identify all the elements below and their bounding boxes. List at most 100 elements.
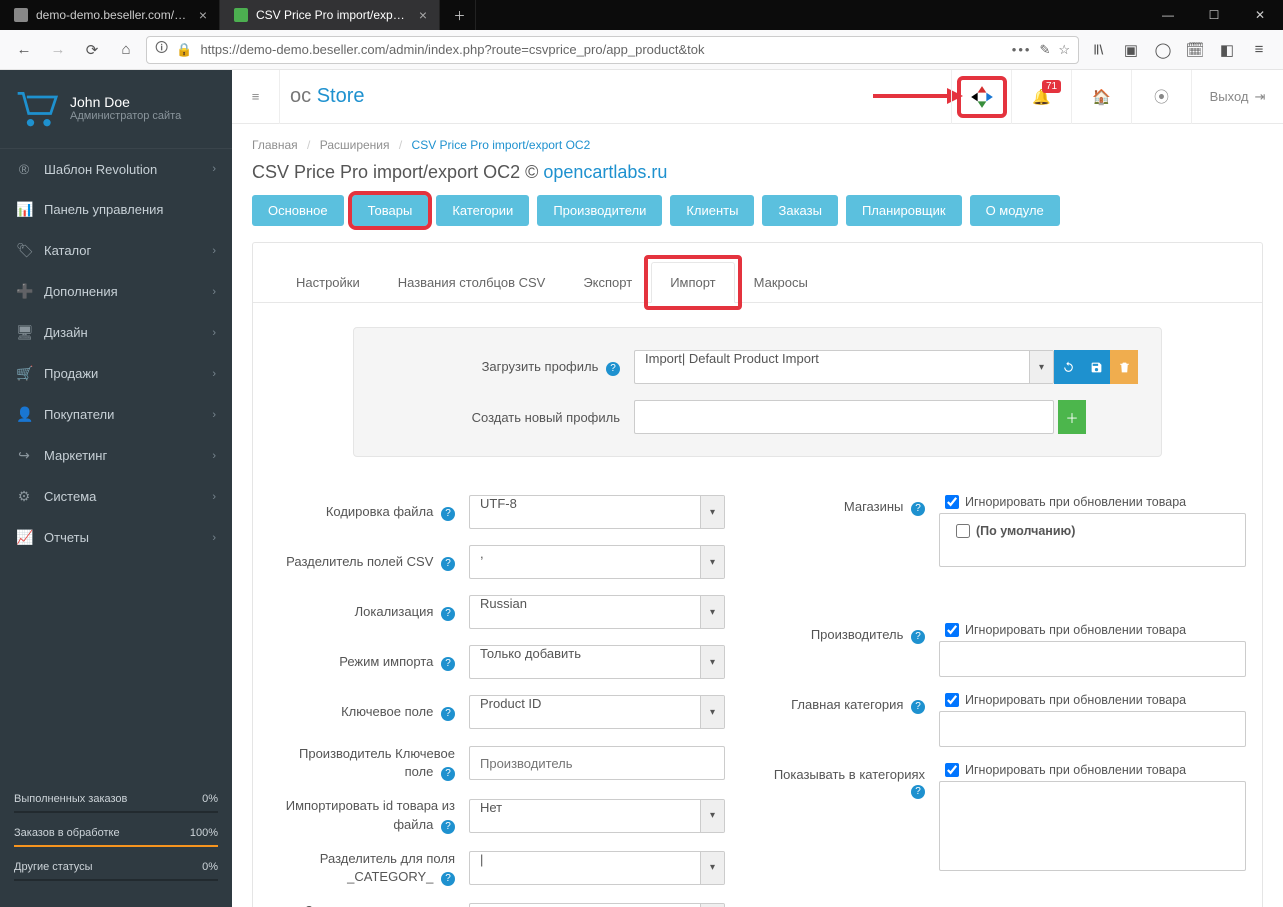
subtab-macros[interactable]: Макросы <box>735 262 827 303</box>
tab-customers[interactable]: Клиенты <box>670 195 754 226</box>
nav-home-button[interactable]: ⌂ <box>112 36 140 64</box>
subtab-import[interactable]: Импорт <box>651 262 734 303</box>
bookmark-star-icon[interactable]: ☆ <box>1058 42 1070 58</box>
nav-forward-button[interactable]: → <box>44 36 72 64</box>
sidebar-item-system[interactable]: ⚙Система› <box>0 476 232 517</box>
ignore-checkbox-maincat[interactable]: Игнорировать при обновлении товара <box>939 693 1246 707</box>
help-icon[interactable]: ? <box>911 502 925 516</box>
tab-main[interactable]: Основное <box>252 195 344 226</box>
manufacturer-key-input[interactable] <box>469 746 725 780</box>
ignore-checkbox-stores[interactable]: Игнорировать при обновлении товара <box>939 495 1246 509</box>
tab-label: CSV Price Pro import/export OC2 <box>256 8 409 22</box>
sidebar-item-extensions[interactable]: ➕Дополнения› <box>0 271 232 312</box>
url-more-icon[interactable]: ••• <box>1012 42 1032 57</box>
create-profile-input[interactable] <box>634 400 1054 434</box>
topbar-lens-button[interactable] <box>951 70 1011 124</box>
sidebar-item-reports[interactable]: 📈Отчеты› <box>0 517 232 558</box>
sidebar-item-sales[interactable]: 🛒Продажи› <box>0 353 232 394</box>
new-tab-button[interactable]: ＋ <box>440 0 476 30</box>
title-link[interactable]: opencartlabs.ru <box>543 162 667 182</box>
topbar-support-button[interactable]: ⦿ <box>1131 70 1191 124</box>
tab-orders[interactable]: Заказы <box>762 195 837 226</box>
profile-delete-button[interactable] <box>1110 350 1138 384</box>
ignore-checkbox-mfr[interactable]: Игнорировать при обновлении товара <box>939 623 1246 637</box>
lifebuoy-icon: ⦿ <box>1154 86 1169 107</box>
window-minimize-button[interactable]: — <box>1145 0 1191 30</box>
ignore-checkbox-showcat[interactable]: Игнорировать при обновлении товара <box>939 763 1246 777</box>
topbar-home-button[interactable]: 🏠 <box>1071 70 1131 124</box>
help-icon[interactable]: ? <box>441 767 455 781</box>
help-icon[interactable]: ? <box>441 872 455 886</box>
tab-scheduler[interactable]: Планировщик <box>846 195 962 226</box>
help-icon[interactable]: ? <box>441 507 455 521</box>
help-icon[interactable]: ? <box>441 557 455 571</box>
profile-save-button[interactable] <box>1082 350 1110 384</box>
browser-tab-inactive[interactable]: demo-demo.beseller.com/mu… × <box>0 0 220 30</box>
ext-icon[interactable]: 🗓 <box>1181 36 1209 64</box>
help-icon[interactable]: ? <box>441 657 455 671</box>
nav-back-button[interactable]: ← <box>10 36 38 64</box>
profile-add-button[interactable]: ＋ <box>1058 400 1086 434</box>
show-categories-input[interactable] <box>939 781 1246 871</box>
subtab-export[interactable]: Экспорт <box>564 262 651 303</box>
help-icon[interactable]: ? <box>441 607 455 621</box>
profile-refresh-button[interactable] <box>1054 350 1082 384</box>
tab-close-icon[interactable]: × <box>417 7 429 23</box>
locale-select[interactable]: Russian▾ <box>469 595 725 629</box>
key-field-select[interactable]: Product ID▾ <box>469 695 725 729</box>
chevron-down-icon: ▾ <box>700 800 724 832</box>
main-category-input[interactable] <box>939 711 1246 747</box>
account-icon[interactable]: ◯ <box>1149 36 1177 64</box>
chevron-right-icon: › <box>212 286 216 298</box>
category-delimiter-select[interactable]: |▾ <box>469 851 725 885</box>
annotation-highlight <box>957 76 1007 118</box>
sidebar-item-design[interactable]: 🖥Дизайн› <box>0 312 232 353</box>
chevron-down-icon: ▾ <box>1029 351 1053 383</box>
tab-products[interactable]: Товары <box>352 195 429 226</box>
window-maximize-button[interactable]: ☐ <box>1191 0 1237 30</box>
nav-reload-button[interactable]: ⟳ <box>78 36 106 64</box>
help-icon[interactable]: ? <box>911 630 925 644</box>
hamburger-button[interactable]: ≡ <box>232 70 280 124</box>
tab-categories[interactable]: Категории <box>436 195 529 226</box>
import-id-select[interactable]: Нет▾ <box>469 799 725 833</box>
tab-about[interactable]: О модуле <box>970 195 1060 226</box>
library-icon[interactable] <box>1085 36 1113 64</box>
sidebar-item-catalog[interactable]: 🏷Каталог› <box>0 230 232 271</box>
breadcrumb-current[interactable]: CSV Price Pro import/export OC2 <box>412 138 591 152</box>
help-icon[interactable]: ? <box>606 362 620 376</box>
delimiter-select[interactable]: ,▾ <box>469 545 725 579</box>
help-icon[interactable]: ? <box>441 820 455 834</box>
topbar-notifications[interactable]: 🔔 71 <box>1011 70 1071 124</box>
sidebar-item-dashboard[interactable]: 📊Панель управления <box>0 189 232 230</box>
breadcrumb-home[interactable]: Главная <box>252 138 298 152</box>
tab-close-icon[interactable]: × <box>197 7 209 23</box>
help-icon[interactable]: ? <box>911 785 925 799</box>
subtab-settings[interactable]: Настройки <box>277 262 379 303</box>
fill-parent-select[interactable]: Нет▾ <box>469 903 725 907</box>
help-icon[interactable]: ? <box>911 700 925 714</box>
topbar-logout-button[interactable]: Выход⇥ <box>1191 70 1283 124</box>
encoding-select[interactable]: UTF-8▾ <box>469 495 725 529</box>
sidebar-icon[interactable]: ▣ <box>1117 36 1145 64</box>
subtab-columns[interactable]: Названия столбцов CSV <box>379 262 565 303</box>
stores-list[interactable]: (По умолчанию) <box>939 513 1246 567</box>
gear-icon: ⚙ <box>16 488 32 505</box>
chart-icon: 📈 <box>16 529 32 546</box>
default-store-checkbox[interactable]: (По умолчанию) <box>950 524 1235 538</box>
ext2-icon[interactable]: ◧ <box>1213 36 1241 64</box>
menu-icon[interactable]: ≡ <box>1245 36 1273 64</box>
import-mode-select[interactable]: Только добавить▾ <box>469 645 725 679</box>
profile-select[interactable]: Import| Default Product Import ▾ <box>634 350 1054 384</box>
sidebar-item-template[interactable]: ®Шаблон Revolution› <box>0 149 232 189</box>
reader-icon[interactable]: ✎ <box>1039 42 1050 58</box>
help-icon[interactable]: ? <box>441 707 455 721</box>
sidebar-item-customers[interactable]: 👤Покупатели› <box>0 394 232 435</box>
browser-tab-active[interactable]: CSV Price Pro import/export OC2 × <box>220 0 440 30</box>
window-close-button[interactable]: ✕ <box>1237 0 1283 30</box>
tab-manufacturers[interactable]: Производители <box>537 195 662 226</box>
manufacturer-input[interactable] <box>939 641 1246 677</box>
url-field[interactable]: 🛈 🔒 https://demo-demo.beseller.com/admin… <box>146 36 1079 64</box>
sidebar-item-marketing[interactable]: ↪Маркетинг› <box>0 435 232 476</box>
breadcrumb-ext[interactable]: Расширения <box>320 138 390 152</box>
